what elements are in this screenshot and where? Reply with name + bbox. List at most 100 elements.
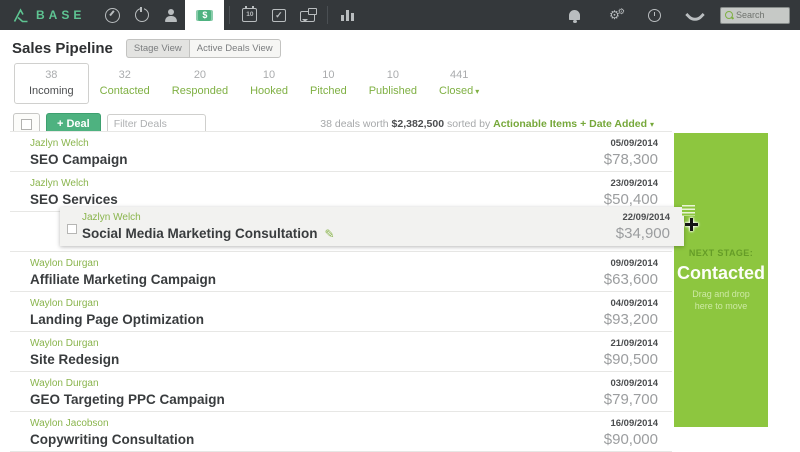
stage-tab-pitched[interactable]: 10 Pitched: [299, 63, 358, 104]
summary-total: $2,382,500: [392, 118, 445, 130]
top-nav: BASE $ 10 ✓ ⚙ Search: [0, 0, 800, 30]
nav-right-group: ⚙ Search: [560, 0, 800, 30]
deal-contact-link[interactable]: Waylon Durgan: [30, 338, 119, 349]
search-input[interactable]: Search: [720, 7, 790, 24]
deal-title[interactable]: GEO Targeting PPC Campaign: [30, 392, 225, 407]
edit-icon[interactable]: ✎: [325, 227, 335, 241]
view-button[interactable]: Stage View: [126, 39, 189, 58]
stage-count: 10: [250, 69, 288, 81]
stage-label: Published: [369, 85, 417, 97]
deal-amount: $78,300: [604, 151, 658, 168]
next-stage-drop-zone[interactable]: NEXT STAGE: Contacted Drag and drop here…: [674, 133, 768, 427]
stage-label: Incoming: [29, 85, 74, 97]
deal-contact-link[interactable]: Waylon Durgan: [30, 258, 216, 269]
chevron-down-icon[interactable]: ▾: [475, 87, 479, 96]
deal-contact-link[interactable]: Jazlyn Welch: [30, 138, 128, 149]
deal-row[interactable]: Waylon Durgan Landing Page Optimization …: [10, 292, 672, 332]
dashboard-icon[interactable]: [98, 0, 127, 30]
stage-tab-responded[interactable]: 20Responded: [161, 63, 239, 104]
nav-icon-group: $ 10 ✓: [98, 0, 362, 30]
drag-handle-icon[interactable]: [682, 203, 695, 216]
deal-row[interactable]: Jazlyn Welch SEO Services 23/09/2014 $50…: [10, 172, 672, 212]
phone-icon[interactable]: [680, 8, 709, 22]
view-button[interactable]: Active Deals View: [189, 39, 281, 58]
summary-prefix: 38 deals worth: [320, 118, 388, 130]
deal-row[interactable]: Jazlyn Welch SEO Campaign 05/09/2014 $78…: [10, 132, 672, 172]
pipeline-stage-tabs: 38 Incoming 32 Contacted 20Responded 10 Hooked…: [0, 60, 800, 104]
deal-title[interactable]: Landing Page Optimization: [30, 312, 204, 327]
deal-date: 16/09/2014: [604, 418, 658, 429]
deal-title[interactable]: SEO Campaign: [30, 152, 128, 167]
deal-date: 04/09/2014: [604, 298, 658, 309]
deal-title[interactable]: SEO Services: [30, 192, 118, 207]
deal-title[interactable]: Social Media Marketing Consultation: [82, 226, 318, 241]
contacts-icon[interactable]: [156, 0, 185, 30]
deal-date: 23/09/2014: [604, 178, 658, 189]
base-logo-icon: [13, 8, 29, 23]
tasks-icon[interactable]: ✓: [264, 0, 293, 30]
stage-label: Pitched: [310, 85, 347, 97]
calendar-icon[interactable]: 10: [235, 0, 264, 30]
stage-count: 10: [310, 69, 347, 81]
stage-tab-hooked[interactable]: 10 Hooked: [239, 63, 299, 104]
deal-contact-link[interactable]: Waylon Durgan: [30, 378, 225, 389]
stage-label: Contacted: [100, 85, 150, 97]
stage-count: 441: [439, 69, 479, 81]
deal-amount: $63,600: [604, 271, 658, 288]
communications-icon[interactable]: [293, 0, 322, 30]
page-title: Sales Pipeline: [12, 40, 113, 57]
stage-tab-closed[interactable]: 441 Closed▾: [428, 63, 490, 104]
settings-gear-icon[interactable]: ⚙: [600, 9, 629, 21]
deal-date: 05/09/2014: [604, 138, 658, 149]
stage-count: 20: [172, 69, 228, 81]
page-header: Sales Pipeline Stage ViewActive Deals Vi…: [0, 30, 800, 60]
summary-middle: sorted by: [447, 118, 490, 130]
search-icon: [725, 11, 733, 19]
sort-selector-link[interactable]: Actionable Items + Date Added: [493, 118, 647, 130]
reports-icon[interactable]: [333, 0, 362, 30]
deal-amount: $93,200: [604, 311, 658, 328]
brand-name: BASE: [36, 8, 85, 22]
deals-dollar-icon: $: [196, 10, 213, 21]
stage-tab-incoming[interactable]: 38 Incoming: [14, 63, 89, 104]
goals-icon[interactable]: [127, 0, 156, 30]
deal-date: 09/09/2014: [604, 258, 658, 269]
deal-list: Jazlyn Welch SEO Campaign 05/09/2014 $78…: [10, 131, 672, 452]
recent-clock-icon[interactable]: [640, 9, 669, 22]
stage-label: Closed▾: [439, 85, 479, 97]
deal-row[interactable]: Waylon Durgan GEO Targeting PPC Campaign…: [10, 372, 672, 412]
deal-row[interactable]: Waylon Durgan Affiliate Marketing Campai…: [10, 252, 672, 292]
stage-label: Hooked: [250, 85, 288, 97]
stage-tab-published[interactable]: 10 Published: [358, 63, 428, 104]
deal-checkbox[interactable]: [67, 224, 77, 234]
stage-tab-contacted[interactable]: 32 Contacted: [89, 63, 161, 104]
deal-contact-link[interactable]: Jazlyn Welch: [82, 212, 335, 223]
next-stage-name: Contacted: [677, 263, 765, 284]
deal-row[interactable]: Waylon Durgan Site Redesign 21/09/2014 $…: [10, 332, 672, 372]
checkbox-icon: [21, 119, 32, 130]
deal-date: 03/09/2014: [604, 378, 658, 389]
deals-summary: 38 deals worth $2,382,500 sorted by Acti…: [320, 118, 654, 130]
deal-row[interactable]: Waylon Jacobson Copywriting Consultation…: [10, 412, 672, 452]
deal-title[interactable]: Site Redesign: [30, 352, 119, 367]
deal-title[interactable]: Affiliate Marketing Campaign: [30, 272, 216, 287]
deal-amount: $50,400: [604, 191, 658, 208]
deal-amount: $34,900: [616, 225, 670, 242]
sort-caret-icon[interactable]: ▾: [650, 120, 654, 129]
deal-amount: $79,700: [604, 391, 658, 408]
stage-count: 10: [369, 69, 417, 81]
stage-count: 38: [29, 69, 74, 81]
deal-contact-link[interactable]: Waylon Durgan: [30, 298, 204, 309]
deals-icon-active-tab[interactable]: $: [185, 0, 224, 30]
notifications-bell-icon[interactable]: [560, 10, 589, 20]
drop-zone-hint: Drag and drop here to move: [682, 288, 760, 312]
base-logo[interactable]: BASE: [0, 0, 98, 30]
deal-contact-link[interactable]: Waylon Jacobson: [30, 418, 194, 429]
nav-divider: [327, 6, 328, 24]
deal-contact-link[interactable]: Jazlyn Welch: [30, 178, 118, 189]
stage-count: 32: [100, 69, 150, 81]
dragged-deal-row[interactable]: Jazlyn Welch Social Media Marketing Cons…: [60, 207, 684, 246]
deal-title[interactable]: Copywriting Consultation: [30, 432, 194, 447]
deal-amount: $90,500: [604, 351, 658, 368]
search-placeholder: Search: [736, 10, 765, 20]
